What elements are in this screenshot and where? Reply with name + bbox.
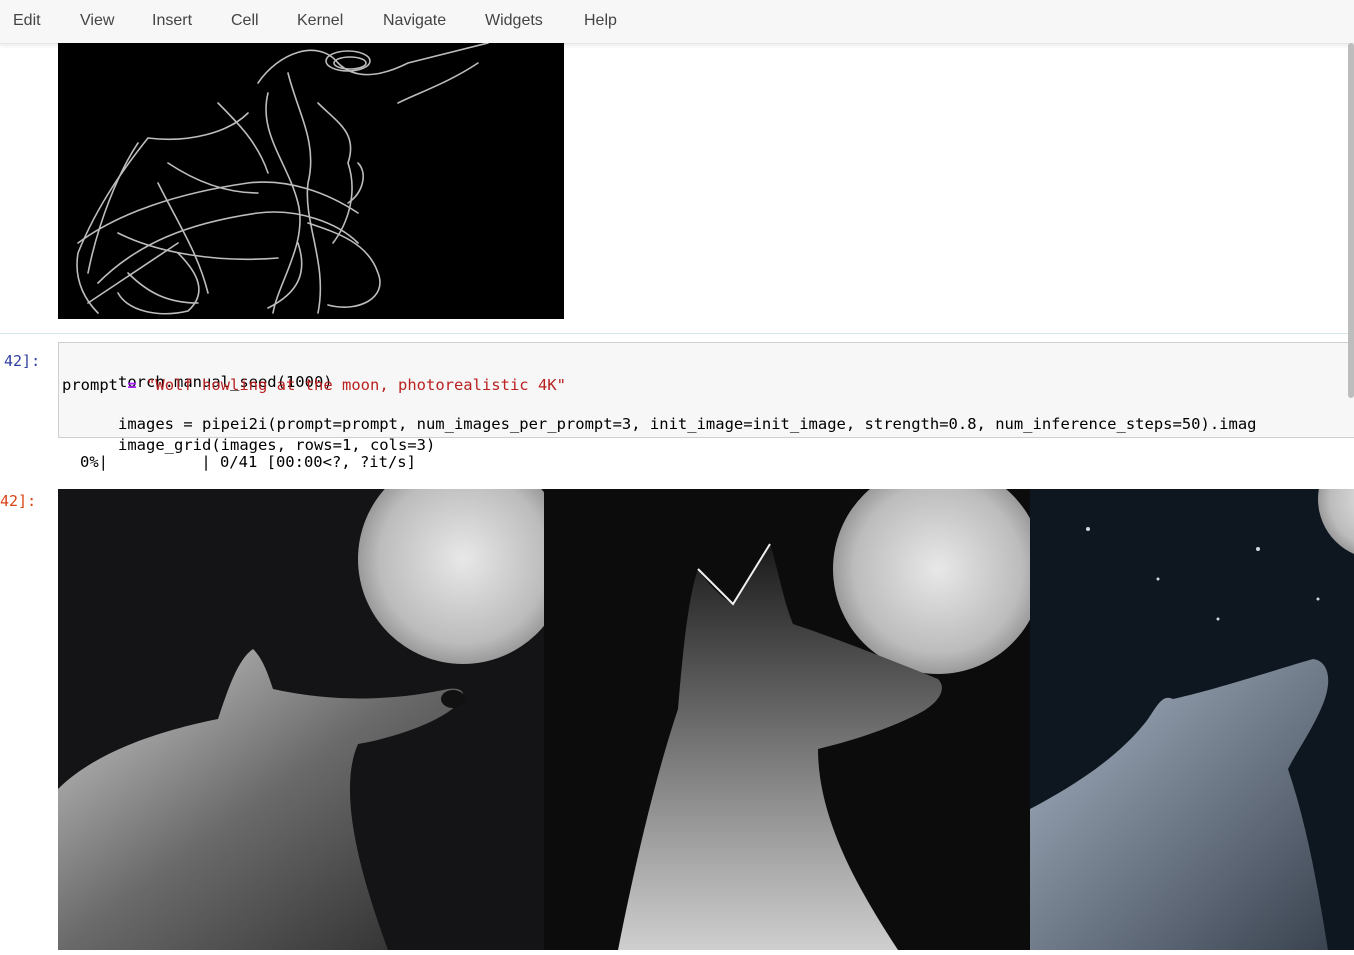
cell-divider [0, 333, 1354, 334]
wolf-images [58, 444, 1354, 950]
code-line-4-text: image_grid(images, rows=1, cols=3) [118, 436, 436, 454]
prompt-string: "Wolf howling at the moon, photorealisti… [146, 376, 566, 394]
menu-kernel[interactable]: Kernel [297, 12, 343, 30]
progress-output: 0%| | 0/41 [00:00<?, ?it/s] [80, 453, 416, 471]
menu-cell[interactable]: Cell [231, 12, 259, 30]
menu-widgets[interactable]: Widgets [485, 12, 543, 30]
code-line-2[interactable]: prompt = "Wolf howling at the moon, phot… [62, 376, 566, 394]
sketch-image [58, 42, 564, 319]
code-cell[interactable]: 42]: torch.manual_seed(1000) prompt = "W… [0, 338, 1354, 454]
code-editor[interactable]: torch.manual_seed(1000) prompt = "Wolf h… [58, 342, 1354, 454]
menu-bar: Edit View Insert Cell Kernel Navigate Wi… [0, 0, 1354, 44]
menu-insert[interactable]: Insert [152, 12, 192, 30]
prompt-var: prompt [62, 376, 118, 394]
menu-help[interactable]: Help [584, 12, 617, 30]
output-image-grid [58, 444, 1354, 950]
wolf-image-2 [544, 464, 1043, 950]
wolf-image-1 [58, 454, 568, 950]
input-prompt: 42]: [4, 352, 41, 370]
menu-navigate[interactable]: Navigate [383, 12, 446, 30]
vertical-scrollbar[interactable] [1348, 43, 1354, 398]
menu-edit[interactable]: Edit [13, 12, 41, 30]
wolf-image-3 [1030, 444, 1354, 950]
output-prompt: 42]: [0, 492, 37, 510]
menu-view[interactable]: View [80, 12, 114, 30]
sketch-drawing [76, 42, 489, 315]
assign-op: = [127, 376, 137, 394]
